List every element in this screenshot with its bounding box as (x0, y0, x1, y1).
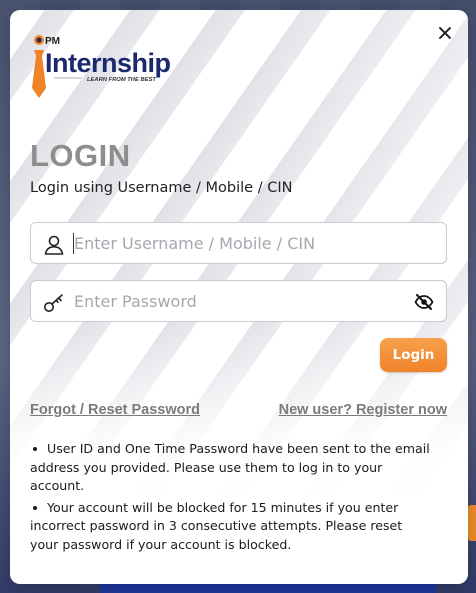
logo-name: Internship (45, 48, 170, 78)
logo-tagline: LEARN FROM THE BEST (87, 77, 156, 83)
login-button[interactable]: Login (380, 338, 447, 372)
close-icon[interactable] (436, 24, 454, 42)
key-icon (44, 294, 63, 312)
forgot-password-link[interactable]: Forgot / Reset Password (30, 402, 200, 418)
username-field (30, 222, 447, 264)
eye-off-icon[interactable] (414, 293, 434, 311)
register-link[interactable]: New user? Register now (279, 402, 447, 418)
login-notes: User ID and One Time Password have been … (30, 440, 430, 557)
pm-internship-logo: PM Internship LEARN FROM THE BEST (32, 35, 170, 98)
dialog-title: LOGIN (30, 138, 131, 173)
password-field (30, 280, 447, 322)
password-input[interactable] (74, 281, 404, 321)
backdrop-orange-tab (468, 505, 476, 541)
dialog-subtitle: Login using Username / Mobile / CIN (30, 180, 293, 196)
list-item: Your account will be blocked for 15 minu… (30, 499, 430, 555)
logo-prefix: PM (45, 36, 60, 47)
user-icon (44, 235, 64, 255)
login-dialog: PM Internship LEARN FROM THE BEST LOGIN … (10, 10, 468, 584)
list-item: User ID and One Time Password have been … (30, 440, 430, 496)
username-input[interactable] (74, 223, 404, 263)
